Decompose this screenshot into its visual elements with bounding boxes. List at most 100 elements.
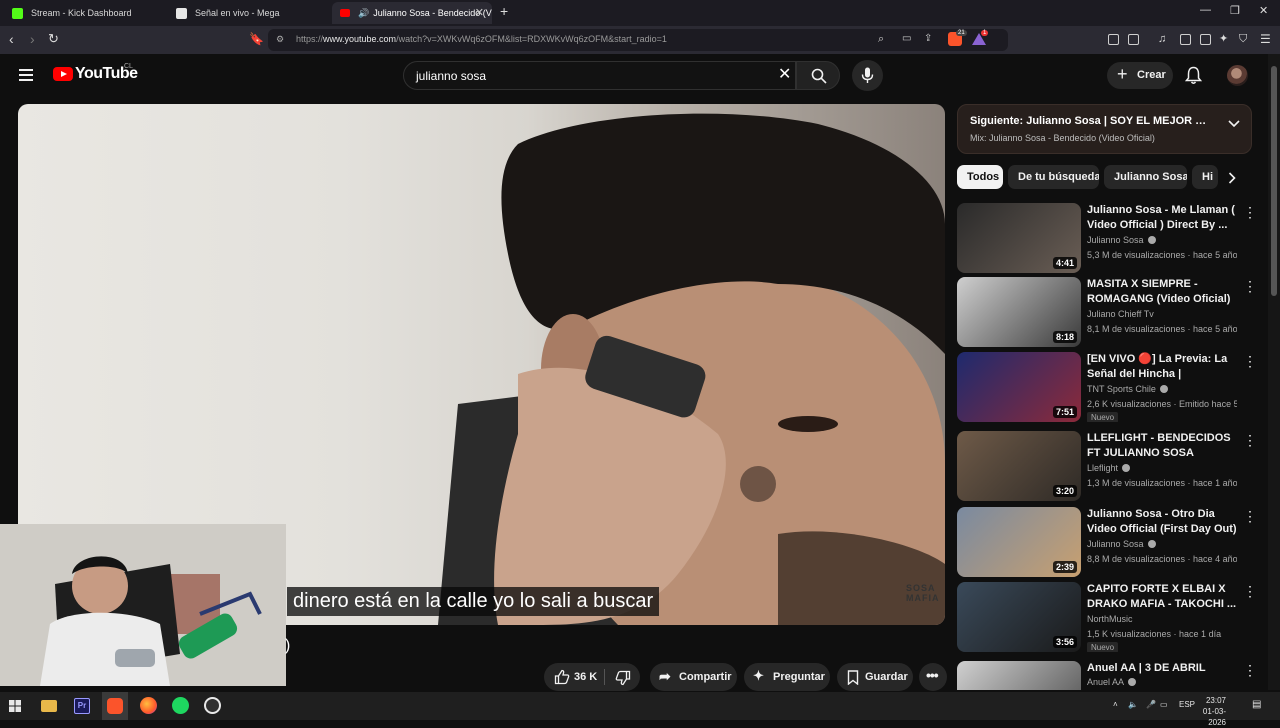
tab-youtube[interactable]: 🔊 Julianno Sosa - Bendecido (V ✕ xyxy=(332,2,492,24)
up-next-panel[interactable]: Siguiente: Julianno Sosa | SOY EL MEJOR … xyxy=(957,104,1252,154)
like-button[interactable]: 36 K xyxy=(544,663,602,691)
tray-mic-icon[interactable]: 🎤 xyxy=(1146,700,1156,709)
zoom-icon[interactable]: ⌕ xyxy=(878,33,884,46)
save-button[interactable]: Guardar xyxy=(837,663,913,691)
new-tab-button[interactable]: + xyxy=(500,3,508,19)
more-vertical-icon[interactable]: ⋮ xyxy=(1243,354,1257,368)
video-channel[interactable]: Juliano Chieff Tv xyxy=(1087,309,1154,319)
reload-icon[interactable]: ↻ xyxy=(48,32,59,46)
share-page-icon[interactable]: ⇪ xyxy=(924,33,932,44)
chip-julianno-sosa[interactable]: Julianno Sosa xyxy=(1104,165,1187,189)
video-thumbnail[interactable]: 8:18 xyxy=(957,277,1081,347)
chevron-right-icon[interactable] xyxy=(1228,172,1236,184)
file-explorer-icon[interactable] xyxy=(41,700,57,712)
bookmark-icon[interactable]: 🔖 xyxy=(249,32,264,46)
video-title[interactable]: Julianno Sosa - Me Llaman ( Video Offici… xyxy=(1087,203,1237,233)
windows-start-icon[interactable] xyxy=(9,700,21,712)
more-vertical-icon[interactable]: ⋮ xyxy=(1243,205,1257,219)
voice-search-button[interactable] xyxy=(852,60,883,91)
notifications-tray-icon[interactable]: ▤ xyxy=(1252,699,1261,710)
chip-de-tu-busqueda[interactable]: De tu búsqueda xyxy=(1008,165,1099,189)
address-bar[interactable]: ⚙ https://www.youtube.com/watch?v=XWKvWq… xyxy=(268,29,1008,51)
share-button[interactable]: ➦ Compartir xyxy=(650,663,737,691)
language-indicator[interactable]: ESP xyxy=(1179,700,1195,709)
youtube-logo-icon[interactable] xyxy=(53,67,73,81)
more-vertical-icon[interactable]: ⋮ xyxy=(1243,663,1257,677)
leo-ai-icon[interactable]: ✦ xyxy=(1219,32,1228,46)
premiere-pro-icon[interactable]: Pr xyxy=(74,698,90,714)
video-thumbnail[interactable] xyxy=(957,661,1081,690)
video-title[interactable]: MASITA X SIEMPRE - ROMAGANG (Video Ofici… xyxy=(1087,277,1237,307)
more-vertical-icon[interactable]: ⋮ xyxy=(1243,509,1257,523)
chevron-down-icon[interactable] xyxy=(1228,120,1240,128)
video-thumbnail[interactable]: 2:39 xyxy=(957,507,1081,577)
screenshot-icon[interactable] xyxy=(1128,34,1139,45)
search-input-value[interactable]: julianno sosa xyxy=(416,69,486,83)
list-item[interactable]: Anuel AA | 3 DE ABRIL Anuel AA ⋮ xyxy=(957,661,1257,690)
clear-search-icon[interactable]: ✕ xyxy=(778,67,791,83)
minimize-button[interactable]: — xyxy=(1200,4,1211,16)
video-channel[interactable]: Julianno Sosa xyxy=(1087,539,1156,549)
more-vertical-icon[interactable]: ⋮ xyxy=(1243,433,1257,447)
video-title[interactable]: LLEFLIGHT - BENDECIDOS FT JULIANNO SOSA … xyxy=(1087,431,1237,461)
scrollbar-thumb[interactable] xyxy=(1271,66,1277,296)
notifications-bell-icon[interactable] xyxy=(1185,66,1202,85)
url-host: www.youtube.com xyxy=(323,34,397,44)
system-clock[interactable]: 23:07 01-03-2026 xyxy=(1196,695,1226,728)
video-title[interactable]: Anuel AA | 3 DE ABRIL xyxy=(1087,661,1237,676)
firefox-icon[interactable] xyxy=(140,697,157,714)
video-thumbnail[interactable]: 3:20 xyxy=(957,431,1081,501)
video-title[interactable]: CAPITO FORTE X ELBAI X DRAKO MAFIA - TAK… xyxy=(1087,582,1237,612)
site-settings-icon[interactable]: ⚙ xyxy=(276,34,284,45)
video-thumbnail[interactable]: 4:41 xyxy=(957,203,1081,273)
close-tab-icon[interactable]: ✕ xyxy=(475,6,484,19)
more-vertical-icon[interactable]: ⋮ xyxy=(1243,279,1257,293)
obs-icon[interactable] xyxy=(204,697,221,714)
list-item[interactable]: 3:20 LLEFLIGHT - BENDECIDOS FT JULIANNO S… xyxy=(957,431,1257,501)
tray-chevron-icon[interactable]: ˄ xyxy=(1113,700,1118,709)
dislike-button[interactable] xyxy=(606,663,640,691)
video-title[interactable]: Julianno Sosa - Otro Dia Video Official … xyxy=(1087,507,1237,537)
list-item[interactable]: 8:18 MASITA X SIEMPRE - ROMAGANG (Video O… xyxy=(957,277,1257,347)
account-avatar[interactable] xyxy=(1227,65,1248,86)
page-scrollbar[interactable] xyxy=(1268,54,1280,690)
extensions-icon[interactable] xyxy=(1108,34,1119,45)
maximize-button[interactable]: ❐ xyxy=(1230,4,1240,17)
chip-todos[interactable]: Todos xyxy=(957,165,1003,189)
video-channel[interactable]: TNT Sports Chile xyxy=(1087,384,1168,394)
create-button[interactable]: + Crear xyxy=(1107,62,1173,89)
media-icon[interactable]: ♫ xyxy=(1158,32,1166,46)
video-channel[interactable]: NorthMusic xyxy=(1087,614,1133,624)
search-button[interactable] xyxy=(796,61,840,90)
more-actions-button[interactable]: ••• xyxy=(919,663,947,691)
search-input[interactable]: julianno sosa ✕ xyxy=(403,61,796,90)
vpn-shield-icon[interactable]: ⛉ xyxy=(1239,32,1247,46)
forward-icon[interactable]: › xyxy=(30,32,35,46)
video-title[interactable]: [EN VIVO 🔴] La Previa: La Señal del Hinc… xyxy=(1087,352,1237,382)
list-item[interactable]: 3:56 CAPITO FORTE X ELBAI X DRAKO MAFIA -… xyxy=(957,582,1257,652)
list-item[interactable]: 2:39 Julianno Sosa - Otro Dia Video Offic… xyxy=(957,507,1257,577)
spotify-icon[interactable] xyxy=(172,697,189,714)
cast-icon[interactable]: ▭ xyxy=(902,33,911,44)
tray-volume-icon[interactable]: 🔈 xyxy=(1128,700,1138,709)
video-thumbnail[interactable]: 3:56 xyxy=(957,582,1081,652)
ask-button[interactable]: ✦ Preguntar xyxy=(744,663,830,691)
chip-hi[interactable]: Hi xyxy=(1192,165,1218,189)
taskbar-brave-active[interactable] xyxy=(102,692,128,720)
video-channel[interactable]: Julianno Sosa xyxy=(1087,235,1156,245)
list-item[interactable]: 4:41 Julianno Sosa - Me Llaman ( Video Of… xyxy=(957,203,1257,273)
wallet-icon[interactable] xyxy=(1200,34,1211,45)
video-channel[interactable]: Lleflight xyxy=(1087,463,1131,473)
sidebar-icon[interactable] xyxy=(1180,34,1191,45)
close-window-button[interactable]: ✕ xyxy=(1259,4,1268,17)
more-vertical-icon[interactable]: ⋮ xyxy=(1243,584,1257,598)
menu-icon[interactable]: ☰ xyxy=(1260,32,1271,46)
tab-kick-dashboard[interactable]: Stream - Kick Dashboard xyxy=(4,2,164,24)
video-thumbnail[interactable]: 7:51 xyxy=(957,352,1081,422)
tab-mega[interactable]: Señal en vivo - Mega xyxy=(168,2,328,24)
video-channel[interactable]: Anuel AA xyxy=(1087,677,1137,687)
back-icon[interactable]: ‹ xyxy=(9,32,14,46)
guide-menu-icon[interactable] xyxy=(19,69,33,84)
list-item[interactable]: 7:51 [EN VIVO 🔴] La Previa: La Señal del … xyxy=(957,352,1257,422)
tray-network-icon[interactable]: ▭ xyxy=(1160,700,1168,709)
